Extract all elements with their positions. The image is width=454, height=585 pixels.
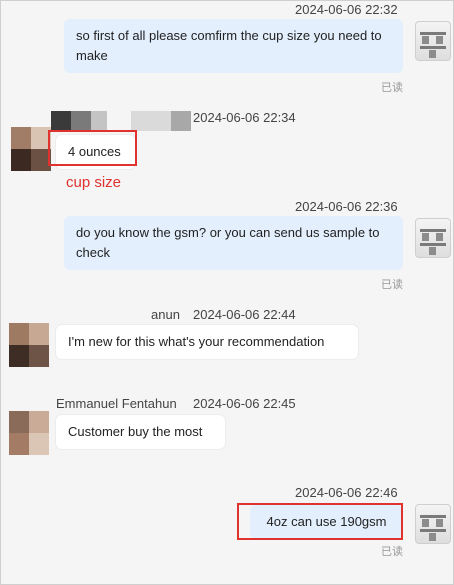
message-bubble-outgoing: so first of all please comfirm the cup s… — [64, 19, 403, 73]
message-bubble-incoming: I'm new for this what's your recommendat… — [56, 325, 358, 359]
buyer-avatar — [9, 411, 49, 455]
seller-avatar — [415, 504, 451, 544]
sender-name: anun — [151, 307, 180, 322]
message-timestamp: 2024-06-06 22:32 — [295, 2, 398, 17]
read-receipt: 已读 — [381, 546, 403, 558]
message-bubble-outgoing: do you know the gsm? or you can send us … — [64, 216, 403, 270]
message-timestamp: 2024-06-06 22:34 — [193, 110, 296, 125]
message-timestamp: 2024-06-06 22:36 — [295, 199, 398, 214]
highlight-box — [237, 503, 403, 540]
message-timestamp: 2024-06-06 22:46 — [295, 485, 398, 500]
sender-name: Emmanuel Fentahun — [56, 396, 177, 411]
buyer-avatar — [9, 323, 49, 367]
annotation-label: cup size — [66, 174, 122, 191]
message-timestamp: 2024-06-06 22:44 — [193, 307, 296, 322]
highlight-box — [48, 130, 137, 166]
redacted-name — [51, 111, 191, 131]
seller-avatar — [415, 21, 451, 61]
seller-avatar — [415, 218, 451, 258]
message-timestamp: 2024-06-06 22:45 — [193, 396, 296, 411]
read-receipt: 已读 — [381, 279, 403, 291]
buyer-avatar — [11, 127, 51, 171]
read-receipt: 已读 — [381, 82, 403, 94]
message-bubble-incoming: Customer buy the most — [56, 415, 225, 449]
